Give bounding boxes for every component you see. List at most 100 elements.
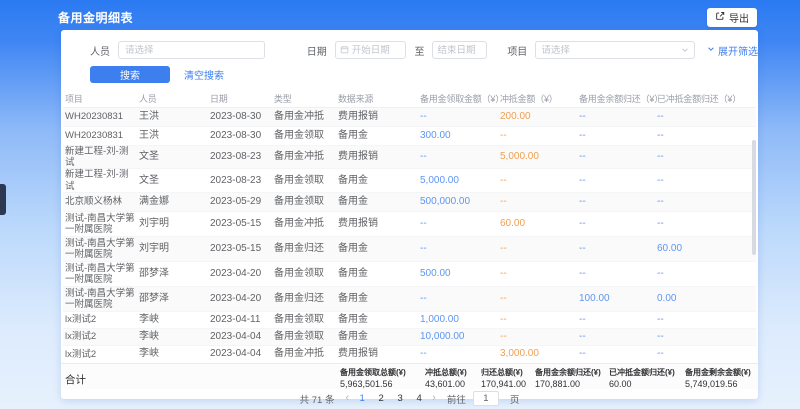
col-header-project: 项目 [63, 91, 139, 107]
page-number-4[interactable]: 4 [413, 393, 425, 404]
summary-remaining-total: 备用金剩余金额(¥) 5,749,019.56 [685, 367, 751, 389]
cell-source: 备用金 [338, 329, 420, 346]
cell-type: 备用金冲抵 [274, 212, 338, 237]
summary-received-total: 备用金领取总额(¥) 5,963,501.56 [340, 367, 406, 389]
col-header-balance-return: 备用金余额归还（¥） [579, 91, 657, 107]
cell-person: 李峡 [139, 329, 210, 346]
cell-offset-return-amount-link[interactable]: 0.00 [657, 287, 756, 312]
cell-received: -- [420, 237, 500, 262]
cell-balance-return: -- [579, 145, 657, 169]
cell-person: 邵梦泽 [139, 262, 210, 287]
cell-type: 备用金领取 [274, 262, 338, 287]
cell-received-amount-link[interactable]: 5,000.00 [420, 169, 500, 193]
cell-source: 费用报销 [338, 212, 420, 237]
table-row: 测试-南昌大学第一附属医院 刘宇明 2023-05-15 备用金归还 备用金 -… [63, 237, 756, 262]
cell-project: lx测试2 [63, 312, 139, 329]
table-row: 测试-南昌大学第一附属医院 刘宇明 2023-05-15 备用金冲抵 费用报销 … [63, 212, 756, 237]
cell-balance-return: -- [579, 237, 657, 262]
clear-search-link[interactable]: 清空搜索 [184, 67, 224, 82]
cell-project: 测试-南昌大学第一附属医院 [63, 237, 139, 262]
cell-date: 2023-04-20 [210, 262, 274, 287]
start-date-picker[interactable] [335, 41, 407, 59]
cell-offset: -- [500, 312, 579, 329]
table-row: 测试-南昌大学第一附属医院 邵梦泽 2023-04-20 备用金归还 备用金 -… [63, 287, 756, 312]
col-header-date: 日期 [210, 91, 274, 107]
collapsed-sidebar-handle[interactable] [0, 184, 6, 215]
vertical-scrollbar-thumb[interactable] [752, 140, 756, 255]
cell-person: 刘宇明 [139, 237, 210, 262]
summary-total-label: 合计 [65, 372, 86, 387]
cell-project: 测试-南昌大学第一附属医院 [63, 262, 139, 287]
cell-received-amount-link[interactable]: 500.00 [420, 262, 500, 287]
summary-stat-label: 归还总额(¥) [481, 367, 526, 378]
cell-date: 2023-08-23 [210, 145, 274, 169]
cell-balance-return: -- [579, 193, 657, 212]
cell-received-amount-link[interactable]: 300.00 [420, 126, 500, 145]
cell-project: 测试-南昌大学第一附属医院 [63, 287, 139, 312]
calendar-icon [340, 41, 349, 59]
cell-balance-return: -- [579, 212, 657, 237]
prev-page-button[interactable]: ‹ [345, 393, 349, 404]
end-date-picker[interactable] [432, 41, 487, 59]
cell-offset-amount-link[interactable]: 60.00 [500, 212, 579, 237]
cell-offset-return: -- [657, 107, 756, 126]
col-header-type: 类型 [274, 91, 338, 107]
cell-balance-return-amount-link[interactable]: 100.00 [579, 287, 657, 312]
cell-person: 王洪 [139, 126, 210, 145]
summary-stat-value: 60.00 [609, 379, 675, 389]
next-page-button[interactable]: › [432, 393, 436, 404]
cell-received: -- [420, 287, 500, 312]
project-filter-label: 项目 [507, 43, 527, 58]
cell-type: 备用金冲抵 [274, 107, 338, 126]
cell-offset-return: -- [657, 329, 756, 346]
summary-stat-label: 备用金领取总额(¥) [340, 367, 406, 378]
cell-offset-amount-link[interactable]: 5,000.00 [500, 145, 579, 169]
expand-filters-link[interactable]: 展开筛选 [707, 43, 758, 58]
table-row: lx测试2 李峡 2023-04-04 备用金领取 备用金 10,000.00 … [63, 329, 756, 346]
person-filter-label: 人员 [90, 43, 110, 58]
summary-stat-label: 备用金剩余金额(¥) [685, 367, 751, 378]
cell-offset-amount-link[interactable]: 3,000.00 [500, 346, 579, 363]
cell-offset-amount-link[interactable]: 200.00 [500, 107, 579, 126]
cell-date: 2023-08-23 [210, 169, 274, 193]
cell-offset-return-amount-link[interactable]: 60.00 [657, 237, 756, 262]
goto-page-prefix: 前往 [447, 392, 466, 406]
expand-filters-label: 展开筛选 [718, 43, 758, 58]
pagination-total: 共 71 条 [300, 392, 335, 406]
person-filter-input[interactable] [118, 41, 265, 59]
start-date-input[interactable] [352, 45, 402, 56]
col-header-offset-return: 已冲抵金额归还（¥） [657, 91, 756, 107]
cell-offset-return: -- [657, 169, 756, 193]
table-row: lx测试2 李峡 2023-04-11 备用金领取 备用金 1,000.00 -… [63, 312, 756, 329]
cell-offset: -- [500, 193, 579, 212]
project-select-input[interactable] [541, 45, 681, 56]
page-number-1[interactable]: 1 [356, 393, 368, 404]
end-date-input[interactable] [437, 45, 482, 56]
cell-offset: -- [500, 262, 579, 287]
summary-stat-label: 已冲抵金额归还(¥) [609, 367, 675, 378]
goto-page-input[interactable] [473, 391, 499, 406]
cell-source: 备用金 [338, 169, 420, 193]
col-header-person: 人员 [139, 91, 210, 107]
search-button[interactable]: 搜索 [90, 66, 170, 83]
page-number-3[interactable]: 3 [394, 393, 406, 404]
project-select[interactable] [535, 41, 695, 59]
chevron-down-icon [681, 41, 689, 59]
cell-date: 2023-08-30 [210, 107, 274, 126]
table-row: 北京顺义杨林 满金娜 2023-05-29 备用金领取 备用金 500,000.… [63, 193, 756, 212]
export-button[interactable]: 导出 [707, 8, 757, 27]
cell-received: -- [420, 346, 500, 363]
cell-offset: -- [500, 329, 579, 346]
cell-received-amount-link[interactable]: 10,000.00 [420, 329, 500, 346]
cell-date: 2023-04-04 [210, 329, 274, 346]
cell-received-amount-link[interactable]: 500,000.00 [420, 193, 500, 212]
cell-received-amount-link[interactable]: 1,000.00 [420, 312, 500, 329]
cell-project: 新建工程-刘-测试 [63, 169, 139, 193]
page-number-2[interactable]: 2 [375, 393, 387, 404]
cell-project: 北京顺义杨林 [63, 193, 139, 212]
cell-date: 2023-04-11 [210, 312, 274, 329]
cell-date: 2023-05-29 [210, 193, 274, 212]
col-header-offset: 冲抵金额（¥） [500, 91, 579, 107]
cell-person: 王洪 [139, 107, 210, 126]
table-row: 新建工程-刘-测试 文圣 2023-08-23 备用金领取 备用金 5,000.… [63, 169, 756, 193]
